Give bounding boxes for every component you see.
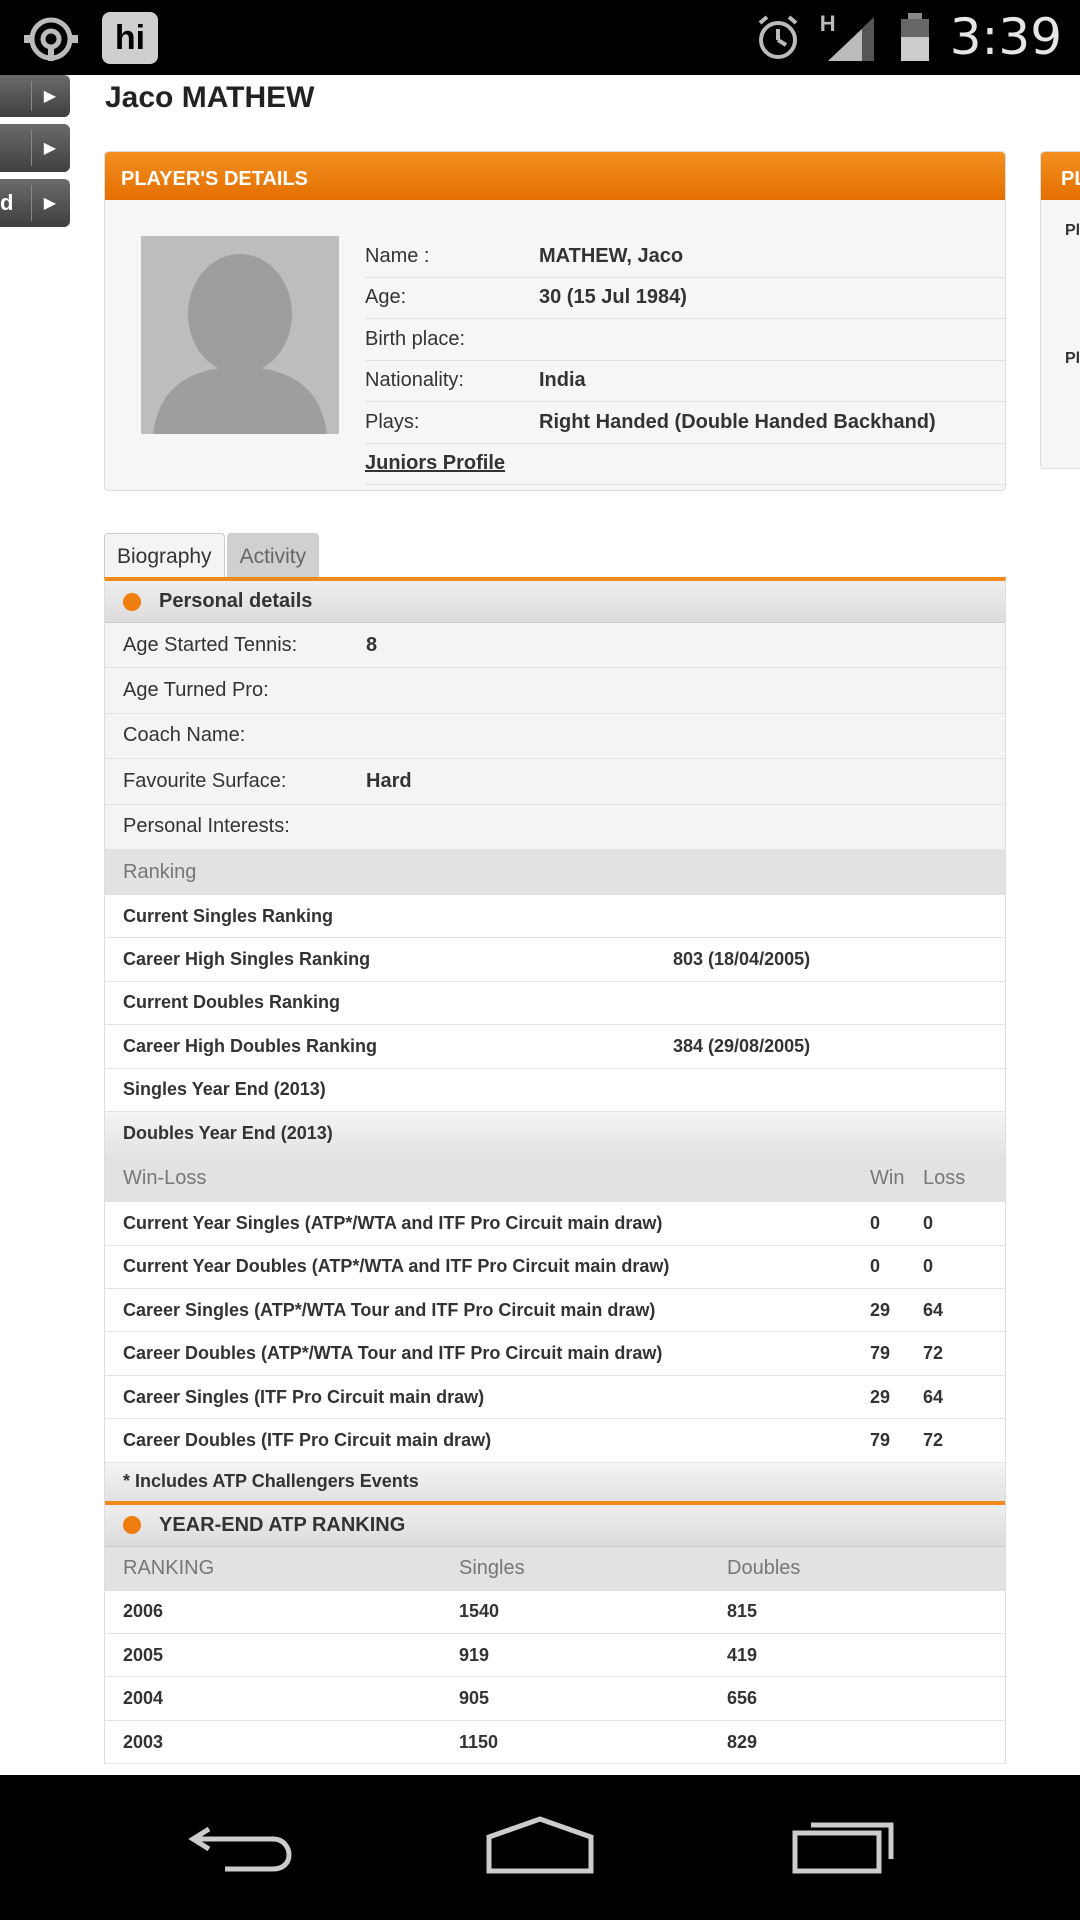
win-loss-row: Current Year Doubles (ATP*/WTA and ITF P… [105, 1245, 1005, 1290]
ranking-row: Singles Year End (2013) [105, 1068, 1005, 1112]
tab-activity[interactable]: Activity [226, 533, 320, 579]
year-end-row: 2003 1150 829 [105, 1720, 1005, 1765]
status-bar: hi H 3:39 [0, 0, 1080, 75]
back-button[interactable] [170, 1805, 310, 1885]
recent-apps-button[interactable] [776, 1805, 916, 1885]
ranking-row: Career High Singles Ranking 803 (18/04/20… [105, 938, 1005, 982]
personal-row: Age Started Tennis: 8 [105, 623, 1005, 669]
alarm-icon [758, 15, 798, 59]
avatar [141, 236, 339, 434]
biography-panel: Personal details Age Started Tennis: 8 Ag… [104, 577, 1006, 1765]
home-button[interactable] [470, 1805, 610, 1885]
tab-biography[interactable]: Biography [104, 533, 225, 579]
arrow-right-icon: ▶ [43, 140, 56, 157]
detail-row-nationality: Nationality: India [365, 361, 1005, 402]
navigation-bar [0, 1775, 1080, 1920]
footnote: * Includes ATP Challengers Events [105, 1462, 1005, 1505]
hi-app-icon: hi [102, 12, 158, 64]
juniors-profile-link[interactable]: Juniors Profile [365, 452, 505, 475]
player-details-list: Name : MATHEW, Jaco Age: 30 (15 Jul 1984) … [365, 236, 1005, 485]
ranking-row: Career High Doubles Ranking 384 (29/08/20… [105, 1025, 1005, 1069]
clock: 3:39 [949, 8, 1062, 66]
arrow-right-icon: ▶ [43, 195, 56, 212]
player-profile-page: ▶ ▶ d ▶ Jaco MATHEW PLAYER'S DETAILS Nam… [0, 75, 1080, 1775]
detail-row-name: Name : MATHEW, Jaco [365, 236, 1005, 278]
year-end-row: 2004 905 656 [105, 1677, 1005, 1721]
side-menu-item-3[interactable]: d ▶ [0, 179, 70, 227]
player-details-header: PLAYER'S DETAILS [105, 152, 1005, 200]
detail-row-birthplace: Birth place: [365, 319, 1005, 361]
year-end-column-headers: RANKING Singles Doubles [105, 1546, 1005, 1591]
year-end-row: 2005 919 419 [105, 1634, 1005, 1678]
sync-icon [24, 17, 78, 61]
ranking-row: Current Doubles Ranking [105, 981, 1005, 1026]
side-card-item: Pl [1065, 350, 1080, 367]
side-menu-item-2[interactable]: ▶ [0, 124, 70, 172]
page-title: Jaco MATHEW [105, 81, 315, 114]
detail-row-juniors: Juniors Profile [365, 444, 1005, 485]
signal-icon: H [820, 11, 880, 63]
home-icon [486, 1816, 594, 1874]
bullet-dot-icon [123, 592, 141, 611]
side-card-item: Pl [1065, 222, 1080, 239]
win-loss-row: Career Doubles (ITF Pro Circuit main dra… [105, 1419, 1005, 1463]
player-details-card: PLAYER'S DETAILS Name : MATHEW, Jaco Age:… [104, 151, 1006, 491]
profile-tabs: Biography Activity [104, 533, 320, 579]
year-end-row: 2006 1540 815 [105, 1590, 1005, 1635]
side-menu-item-1[interactable]: ▶ [0, 75, 70, 117]
personal-row: Coach Name: [105, 713, 1005, 760]
ranking-row: Current Singles Ranking [105, 894, 1005, 939]
win-loss-row: Career Singles (ATP*/WTA Tour and ITF Pr… [105, 1289, 1005, 1333]
side-menu: ▶ ▶ d ▶ [0, 75, 70, 234]
win-loss-row: Current Year Singles (ATP*/WTA and ITF P… [105, 1202, 1005, 1246]
detail-row-age: Age: 30 (15 Jul 1984) [365, 278, 1005, 319]
arrow-right-icon: ▶ [43, 88, 56, 105]
recent-apps-icon [792, 1822, 894, 1874]
win-loss-header: Win-Loss Win Loss [105, 1155, 1005, 1203]
year-end-ranking-header: YEAR-END ATP RANKING [105, 1504, 1005, 1547]
personal-row: Favourite Surface: Hard [105, 759, 1005, 805]
detail-row-plays: Plays: Right Handed (Double Handed Backha… [365, 402, 1005, 444]
personal-details-header: Personal details [105, 581, 1005, 623]
back-icon [188, 1826, 292, 1872]
win-loss-row: Career Singles (ITF Pro Circuit main dra… [105, 1375, 1005, 1420]
ranking-row: Doubles Year End (2013) [105, 1111, 1005, 1156]
side-card: PL Pl Pl [1040, 151, 1080, 469]
personal-row: Age Turned Pro: [105, 668, 1005, 714]
side-card-header: PL [1041, 152, 1080, 200]
bullet-dot-icon [123, 1516, 141, 1535]
personal-row: Personal Interests: [105, 804, 1005, 850]
ranking-header: Ranking [105, 849, 1005, 895]
person-placeholder-icon [141, 236, 339, 434]
battery-icon [900, 13, 929, 61]
win-loss-row: Career Doubles (ATP*/WTA Tour and ITF Pr… [105, 1332, 1005, 1376]
